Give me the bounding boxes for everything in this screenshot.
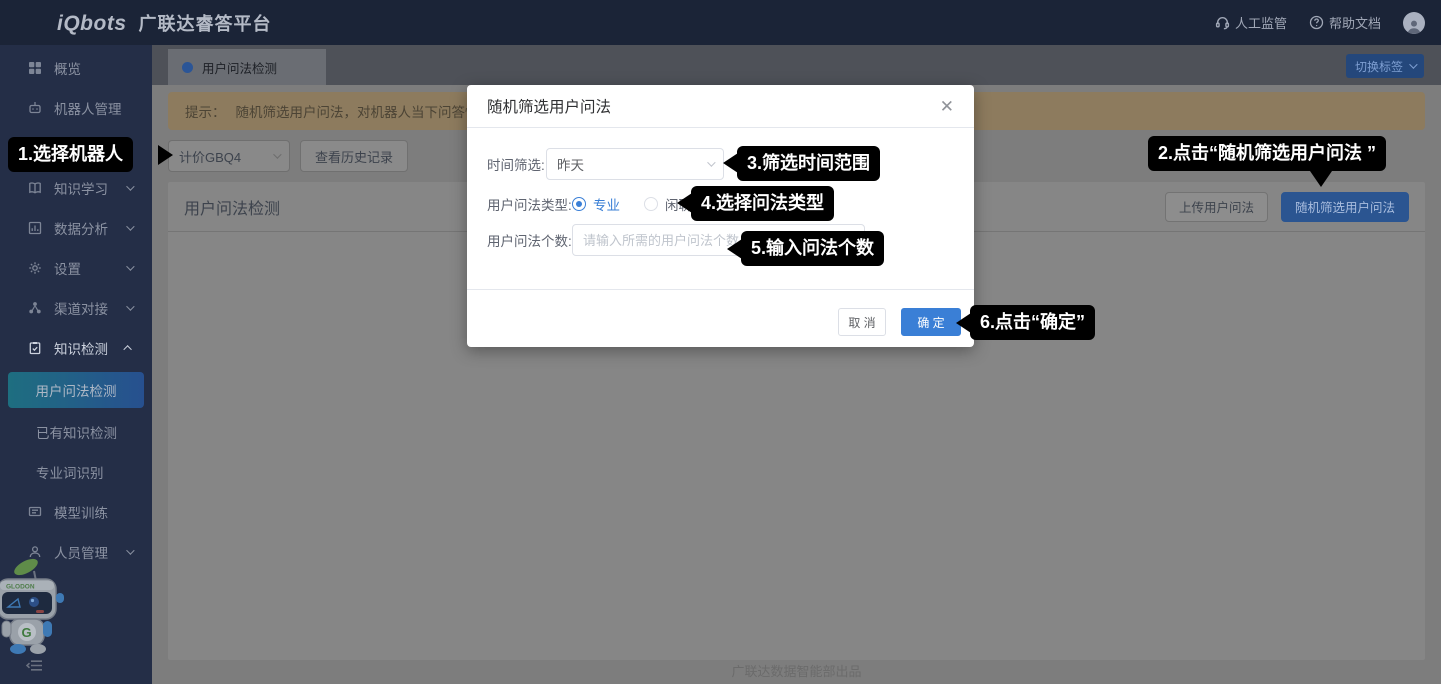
sidebar-item-robot-management[interactable]: 机器人管理 xyxy=(0,88,152,128)
logo-text: iQbots xyxy=(57,12,127,36)
annotation-step-2: 2.点击“随机筛选用户问法 ” xyxy=(1148,136,1386,171)
sidebar-subitem-label: 用户问法检测 xyxy=(36,380,117,400)
radio-label: 专业 xyxy=(593,194,620,214)
sidebar-item-label: 渠道对接 xyxy=(54,298,108,318)
annotation-arrow-right-icon xyxy=(158,145,173,165)
annotation-step-3: 3.筛选时间范围 xyxy=(737,146,880,181)
help-docs-label: 帮助文档 xyxy=(1329,13,1381,32)
chevron-down-icon xyxy=(126,222,134,230)
sidebar-item-knowledge-learning[interactable]: 知识学习 xyxy=(0,168,152,208)
random-filter-questions-button[interactable]: 随机筛选用户问法 xyxy=(1281,192,1409,222)
app-logo: iQbots 广联达睿答平台 xyxy=(57,10,272,36)
annotation-arrow-left-icon xyxy=(727,239,742,259)
question-count-label: 用户问法个数: xyxy=(487,230,572,250)
sidebar-item-label: 知识检测 xyxy=(54,338,108,358)
gear-icon xyxy=(28,261,42,275)
sidebar-item-label: 设置 xyxy=(54,258,81,278)
radio-unselected-icon xyxy=(644,197,658,211)
radio-selected-icon xyxy=(572,197,586,211)
annotation-arrow-down-icon xyxy=(1310,171,1332,187)
sidebar-subitem-label: 已有知识检测 xyxy=(36,422,117,442)
sidebar-item-settings[interactable]: 设置 xyxy=(0,248,152,288)
sidebar-item-label: 概览 xyxy=(54,58,81,78)
tab-label: 用户问法检测 xyxy=(202,58,277,77)
bar-chart-icon xyxy=(28,221,42,235)
sidebar-item-overview[interactable]: 概览 xyxy=(0,48,152,88)
sidebar-item-label: 机器人管理 xyxy=(54,98,122,118)
sidebar-item-label: 数据分析 xyxy=(54,218,108,238)
view-history-button[interactable]: 查看历史记录 xyxy=(300,140,408,172)
sidebar-subitem-active[interactable]: 用户问法检测 xyxy=(8,372,144,408)
sidebar-item-label: 模型训练 xyxy=(54,502,108,522)
menu-fold-icon[interactable] xyxy=(26,659,43,672)
chevron-down-icon xyxy=(707,158,715,166)
upload-questions-button[interactable]: 上传用户问法 xyxy=(1165,192,1268,222)
chevron-down-icon xyxy=(1409,60,1417,68)
brand-title: 广联达睿答平台 xyxy=(139,10,272,36)
chevron-down-icon xyxy=(126,302,134,310)
model-icon xyxy=(28,505,42,519)
annotation-arrow-left-icon xyxy=(723,153,738,173)
sidebar-subitem-term-recognition[interactable]: 专业词识别 xyxy=(0,452,152,492)
question-type-label: 用户问法类型: xyxy=(487,194,572,214)
sidebar-item-knowledge-testing[interactable]: 知识检测 xyxy=(0,328,152,368)
annotation-step-5: 5.输入问法个数 xyxy=(741,231,884,266)
time-filter-select[interactable]: 昨天 xyxy=(546,148,724,180)
chevron-up-icon xyxy=(123,345,131,353)
chevron-down-icon xyxy=(273,150,281,158)
sidebar-subitem-existing-knowledge-testing[interactable]: 已有知识检测 xyxy=(0,412,152,452)
chevron-down-icon xyxy=(126,546,134,554)
tab-bar: 用户问法检测 切换标签 xyxy=(152,45,1441,85)
headset-icon xyxy=(1215,15,1230,30)
chevron-down-icon xyxy=(126,262,134,270)
cancel-button[interactable]: 取 消 xyxy=(838,308,886,336)
switch-tags-label: 切换标签 xyxy=(1355,58,1403,75)
notice-prefix: 提示： xyxy=(185,101,226,121)
annotation-step-4: 4.选择问法类型 xyxy=(691,186,834,221)
robot-mascot-image: GLODON G xyxy=(0,553,74,671)
dialog-title: 随机筛选用户问法 xyxy=(487,95,611,117)
nodes-icon xyxy=(28,301,42,315)
svg-text:GLODON: GLODON xyxy=(6,584,35,591)
help-docs-link[interactable]: 帮助文档 xyxy=(1309,13,1381,32)
radio-professional[interactable]: 专业 xyxy=(572,194,620,214)
user-avatar[interactable] xyxy=(1403,12,1425,34)
sidebar-item-model-training[interactable]: 模型训练 xyxy=(0,492,152,532)
clipboard-check-icon xyxy=(28,341,42,355)
question-circle-icon xyxy=(1309,15,1324,30)
person-icon xyxy=(1406,19,1422,34)
top-header: iQbots 广联达睿答平台 人工监管 帮助文档 xyxy=(0,0,1441,45)
annotation-arrow-left-icon xyxy=(956,313,971,333)
confirm-button[interactable]: 确 定 xyxy=(901,308,961,336)
annotation-arrow-left-icon xyxy=(677,193,692,213)
switch-tags-button[interactable]: 切换标签 xyxy=(1346,54,1424,78)
annotation-step-1: 1.选择机器人 xyxy=(8,137,133,172)
sidebar-subitem-label: 专业词识别 xyxy=(36,462,104,482)
time-filter-value: 昨天 xyxy=(557,154,584,174)
robot-select-value: 计价GBQ4 xyxy=(179,147,241,166)
robot-select[interactable]: 计价GBQ4 xyxy=(168,140,290,172)
annotation-step-6: 6.点击“确定” xyxy=(970,305,1095,340)
close-icon[interactable]: ✕ xyxy=(940,98,954,115)
sidebar-item-channel-integration[interactable]: 渠道对接 xyxy=(0,288,152,328)
chevron-down-icon xyxy=(126,182,134,190)
footer-credit: 广联达数据智能部出品 xyxy=(152,661,1441,680)
grid-icon xyxy=(28,61,42,75)
svg-text:G: G xyxy=(22,625,32,640)
tab-active-dot-icon xyxy=(182,62,193,73)
manual-monitor-link[interactable]: 人工监管 xyxy=(1215,13,1287,32)
book-icon xyxy=(28,181,42,195)
sidebar-item-label: 知识学习 xyxy=(54,178,108,198)
sidebar-item-data-analysis[interactable]: 数据分析 xyxy=(0,208,152,248)
manual-monitor-label: 人工监管 xyxy=(1235,13,1287,32)
time-filter-label: 时间筛选: xyxy=(487,154,546,174)
page-title: 用户问法检测 xyxy=(184,195,280,219)
tab-user-question-testing[interactable]: 用户问法检测 xyxy=(168,49,326,85)
robot-icon xyxy=(28,101,42,115)
sidebar-subitem-user-question-testing: 用户问法检测 xyxy=(0,368,152,412)
